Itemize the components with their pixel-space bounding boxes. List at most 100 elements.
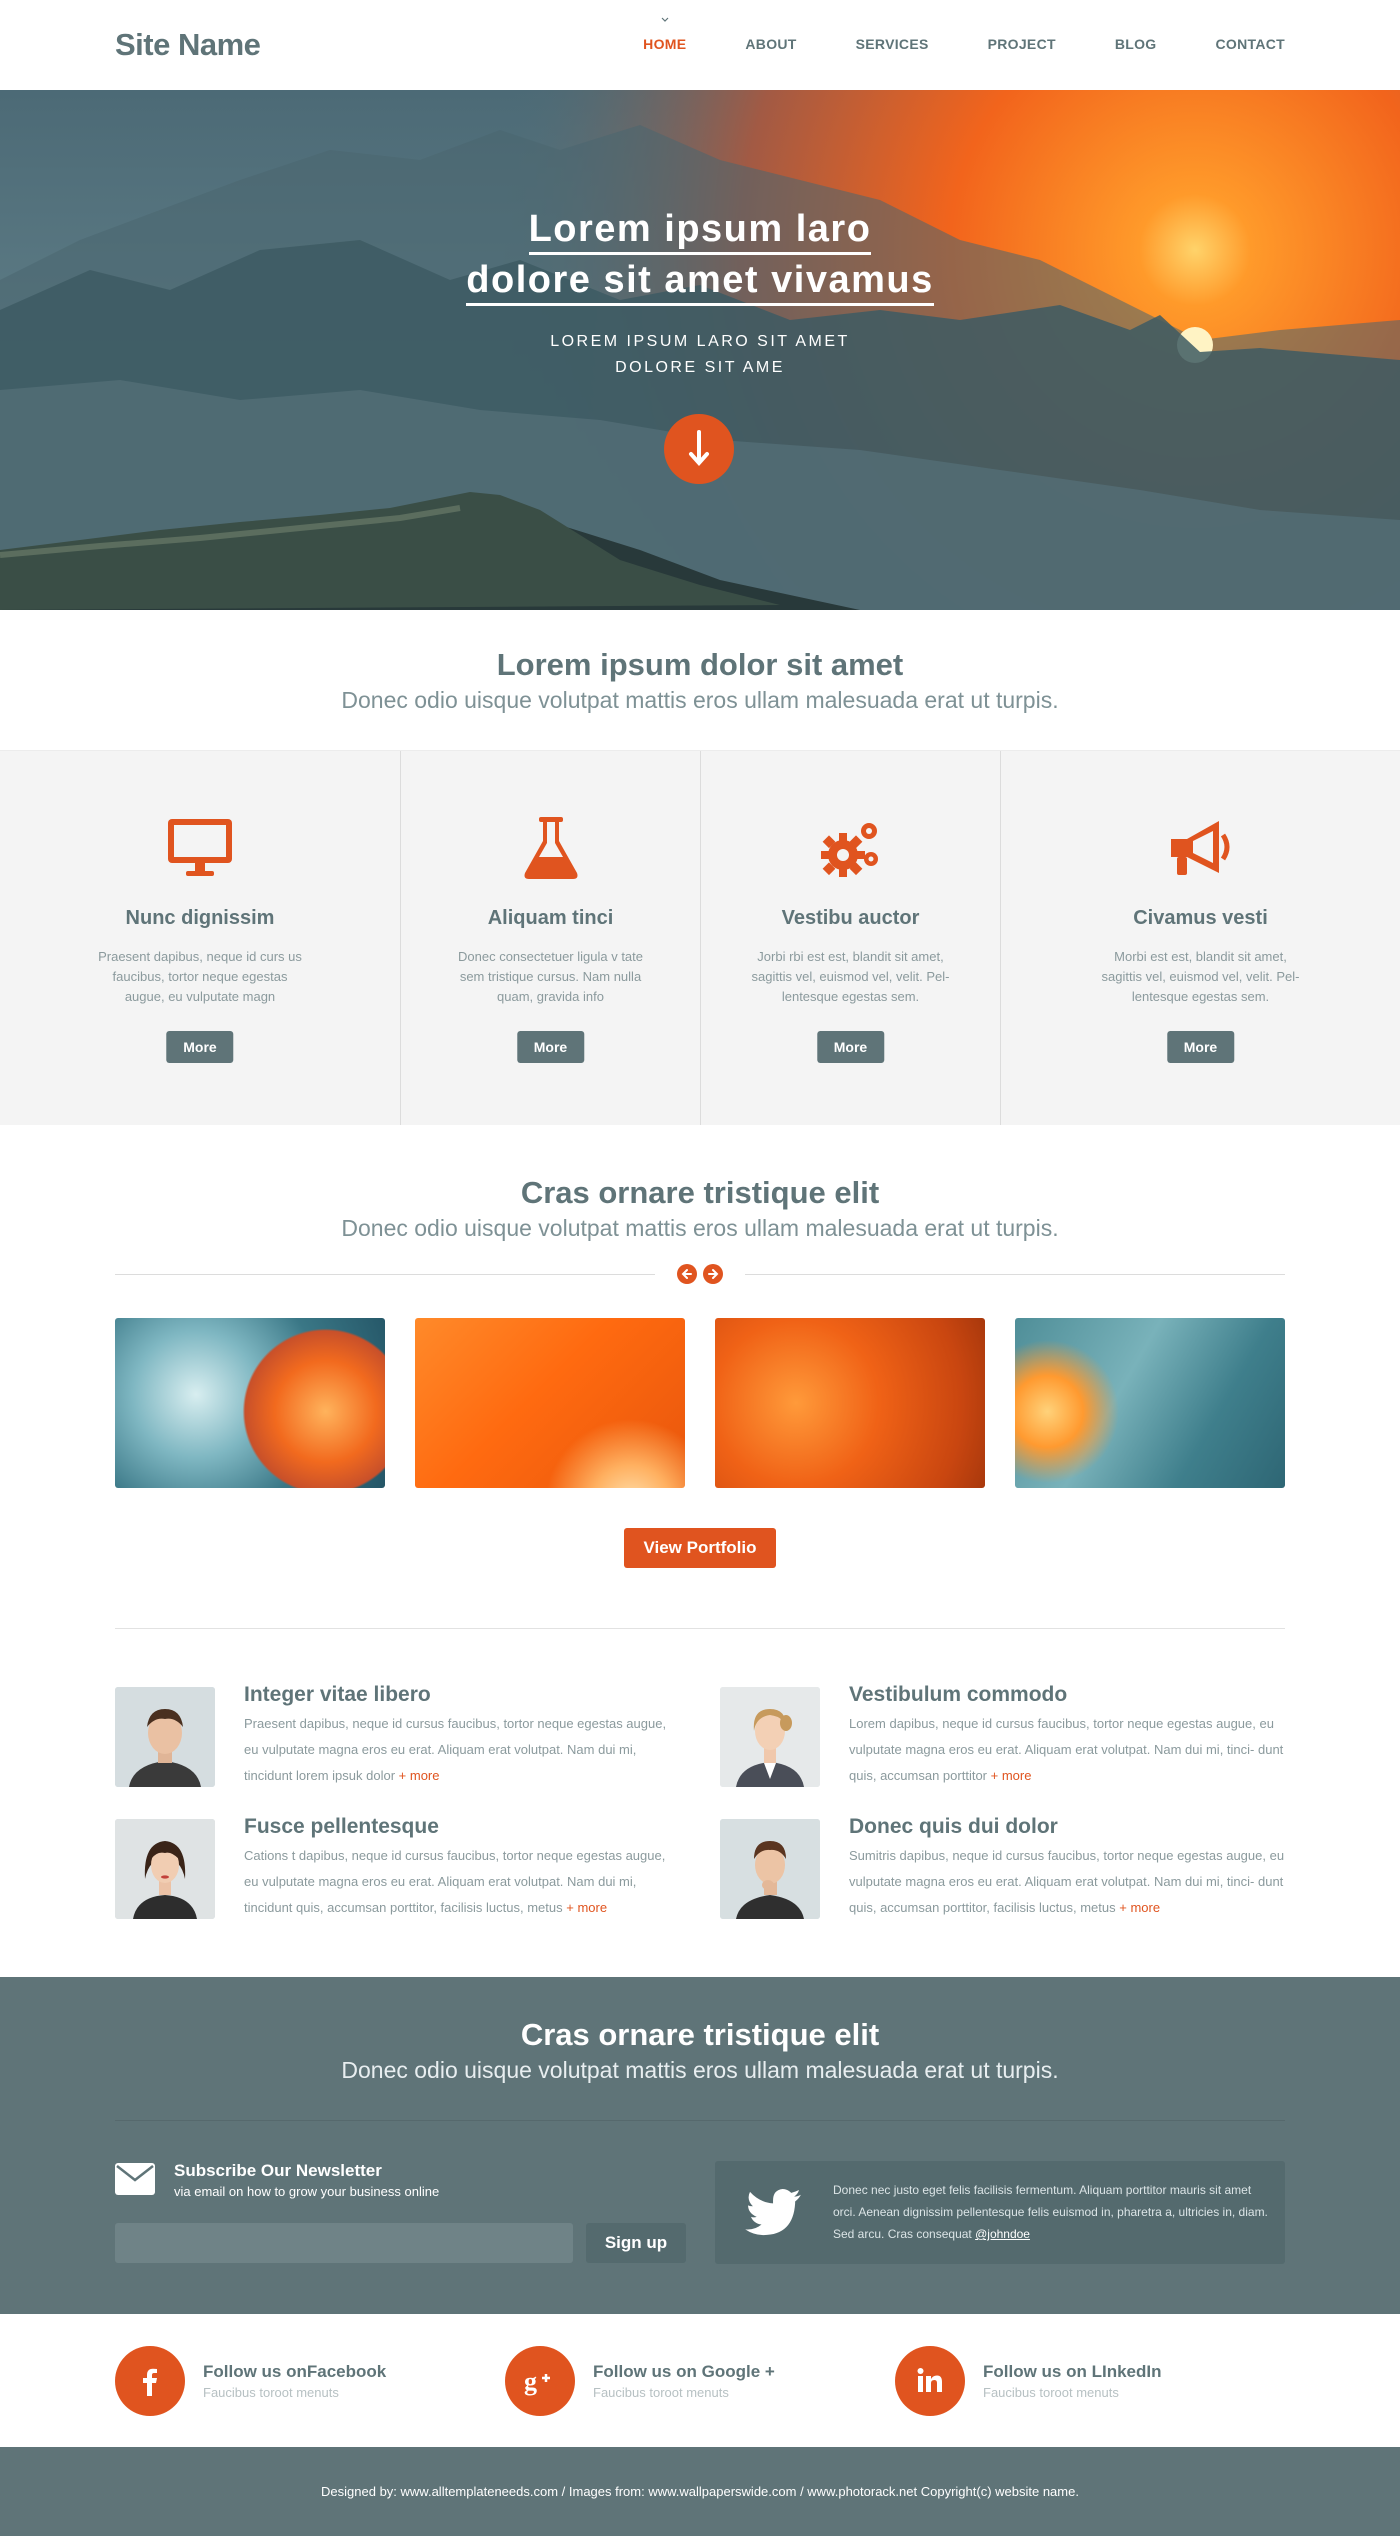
service-text: Morbi est est, blandit sit amet, sagitti… xyxy=(1101,949,1300,1004)
google-plus-button[interactable]: g xyxy=(505,2346,575,2416)
more-link[interactable]: + more xyxy=(1119,1900,1160,1915)
newsletter-heading: Cras ornare tristique elit xyxy=(520,2017,880,2052)
service-card: Nunc dignissim Praesent dapibus, neque i… xyxy=(0,751,401,1125)
social-linkedin: Follow us on LInkedIn Faucibus toroot me… xyxy=(895,2314,1285,2447)
footer-credits: Designed by: www.alltemplateneeds.com / … xyxy=(321,2484,1079,2499)
newsletter-subheading: Donec odio uisque volutpat mattis eros u… xyxy=(341,2057,1059,2083)
carousel-prev-button[interactable] xyxy=(677,1264,697,1284)
team-member-name: Donec quis dui dolor xyxy=(849,1815,1058,1838)
service-more-button[interactable]: More xyxy=(516,1031,585,1063)
newsletter-email-input[interactable] xyxy=(115,2223,573,2263)
service-text: Praesent dapibus, neque id curs us fauci… xyxy=(98,949,302,1004)
site-footer: Designed by: www.alltemplateneeds.com / … xyxy=(0,2447,1400,2536)
service-card: Aliquam tinci Donec consectetuer ligula … xyxy=(401,751,701,1125)
newsletter-description: via email on how to grow your business o… xyxy=(174,2184,440,2199)
intro-section: Lorem ipsum dolor sit amet Donec odio ui… xyxy=(0,610,1400,750)
section-divider xyxy=(115,1628,1285,1629)
social-subtitle: Faucibus toroot menuts xyxy=(593,2385,729,2400)
view-portfolio-button[interactable]: View Portfolio xyxy=(624,1528,776,1568)
linkedin-icon xyxy=(917,2368,942,2392)
services-section: Nunc dignissim Praesent dapibus, neque i… xyxy=(0,750,1400,1125)
portfolio-thumbnail[interactable] xyxy=(1015,1318,1285,1488)
newsletter-title: Subscribe Our Newsletter xyxy=(174,2161,382,2180)
hero-banner: Lorem ipsum laro dolore sit amet vivamus… xyxy=(0,90,1400,610)
service-title: Aliquam tinci xyxy=(487,907,614,929)
more-link[interactable]: + more xyxy=(566,1900,607,1915)
chevron-down-icon xyxy=(661,17,669,22)
portfolio-thumbnail[interactable] xyxy=(415,1318,685,1488)
sign-up-button[interactable]: Sign up xyxy=(586,2223,686,2263)
person-photo xyxy=(720,1687,820,1787)
newsletter-section: Cras ornare tristique elit Donec odio ui… xyxy=(0,1977,1400,2314)
team-section: Integer vitae libero Praesent dapibus, n… xyxy=(115,1683,1285,1921)
hero-title-line1: Lorem ipsum laro xyxy=(0,208,1400,255)
facebook-icon xyxy=(143,2368,157,2396)
service-card: Civamus vesti Morbi est est, blandit sit… xyxy=(1001,751,1400,1125)
avatar xyxy=(720,1819,820,1919)
intro-subheading: Donec odio uisque volutpat mattis eros u… xyxy=(341,687,1059,713)
newsletter-signup: Subscribe Our Newsletter via email on ho… xyxy=(115,2161,686,2263)
social-google-plus: g Follow us on Google + Faucibus toroot … xyxy=(505,2314,895,2447)
arrow-right-icon xyxy=(708,1269,719,1279)
service-more-button[interactable]: More xyxy=(816,1031,885,1063)
team-member-bio: Cations t dapibus, neque id cursus fauci… xyxy=(244,1848,666,1915)
nav-home[interactable]: HOME xyxy=(643,17,687,52)
portfolio-section: Cras ornare tristique elit Donec odio ui… xyxy=(115,1125,1285,1921)
nav-services[interactable]: SERVICES xyxy=(856,36,929,52)
flask-icon xyxy=(524,817,577,879)
avatar xyxy=(720,1687,820,1787)
social-title[interactable]: Follow us on Google + xyxy=(593,2362,775,2382)
service-card: Vestibu auctor Jorbi rbi est est, blandi… xyxy=(701,751,1001,1125)
social-title[interactable]: Follow us on LInkedIn xyxy=(983,2362,1162,2382)
intro-heading: Lorem ipsum dolor sit amet xyxy=(496,647,904,682)
service-title: Civamus vesti xyxy=(1133,907,1268,929)
team-member-name: Fusce pellentesque xyxy=(244,1815,439,1838)
avatar xyxy=(115,1687,215,1787)
service-more-button[interactable]: More xyxy=(1166,1031,1235,1063)
monitor-icon xyxy=(168,819,232,876)
portfolio-heading: Cras ornare tristique elit xyxy=(520,1175,880,1210)
gears-icon xyxy=(820,823,878,877)
tweet-handle-link[interactable]: @johndoe xyxy=(975,2227,1030,2241)
person-photo xyxy=(115,1687,215,1787)
nav-home-label: HOME xyxy=(643,36,687,52)
team-member: Vestibulum commodo Lorem dapibus, neque … xyxy=(720,1683,1285,1789)
service-title: Nunc dignissim xyxy=(125,907,275,929)
arrow-down-icon xyxy=(689,430,709,467)
service-more-button[interactable]: More xyxy=(166,1031,234,1063)
svg-text:g: g xyxy=(524,2367,537,2396)
team-member-bio: Sumitris dapibus, neque id cursus faucib… xyxy=(849,1848,1285,1915)
linkedin-button[interactable] xyxy=(895,2346,965,2416)
service-text: Donec consectetuer ligula v tate sem tri… xyxy=(458,949,643,1004)
portfolio-thumbnail[interactable] xyxy=(715,1318,985,1488)
social-subtitle: Faucibus toroot menuts xyxy=(983,2385,1119,2400)
nav-about[interactable]: ABOUT xyxy=(745,36,796,52)
main-nav: HOME ABOUT SERVICES PROJECT BLOG CONTACT xyxy=(584,17,1286,52)
avatar xyxy=(115,1819,215,1919)
more-link[interactable]: + more xyxy=(399,1768,440,1783)
scroll-down-button[interactable] xyxy=(664,414,734,484)
hero-subtitle-line2: DOLORE SIT AME xyxy=(615,359,785,376)
carousel-next-button[interactable] xyxy=(703,1264,723,1284)
facebook-button[interactable] xyxy=(115,2346,185,2416)
team-member: Donec quis dui dolor Sumitris dapibus, n… xyxy=(720,1815,1285,1921)
team-member: Integer vitae libero Praesent dapibus, n… xyxy=(115,1683,680,1789)
tweet-text: Donec nec justo eget felis facilisis fer… xyxy=(833,2183,1268,2241)
service-title: Vestibu auctor xyxy=(781,907,920,929)
person-photo xyxy=(115,1819,215,1919)
divider-line xyxy=(745,1274,1285,1275)
divider-line xyxy=(115,1274,655,1275)
nav-blog[interactable]: BLOG xyxy=(1115,36,1157,52)
team-member-name: Integer vitae libero xyxy=(244,1683,431,1706)
portfolio-thumbnail[interactable] xyxy=(115,1318,385,1488)
nav-project[interactable]: PROJECT xyxy=(988,36,1056,52)
hero-title-line2: dolore sit amet vivamus xyxy=(0,259,1400,306)
more-link[interactable]: + more xyxy=(991,1768,1032,1783)
hero-subtitle-line1: LOREM IPSUM LARO SIT AMET xyxy=(550,333,850,350)
portfolio-carousel-nav xyxy=(115,1262,1285,1288)
nav-contact[interactable]: CONTACT xyxy=(1216,36,1286,52)
site-name-logo[interactable]: Site Name xyxy=(115,27,261,63)
social-section: Follow us onFacebook Faucibus toroot men… xyxy=(115,2314,1285,2447)
social-title[interactable]: Follow us onFacebook xyxy=(203,2362,386,2382)
twitter-feed: Donec nec justo eget felis facilisis fer… xyxy=(715,2161,1285,2264)
